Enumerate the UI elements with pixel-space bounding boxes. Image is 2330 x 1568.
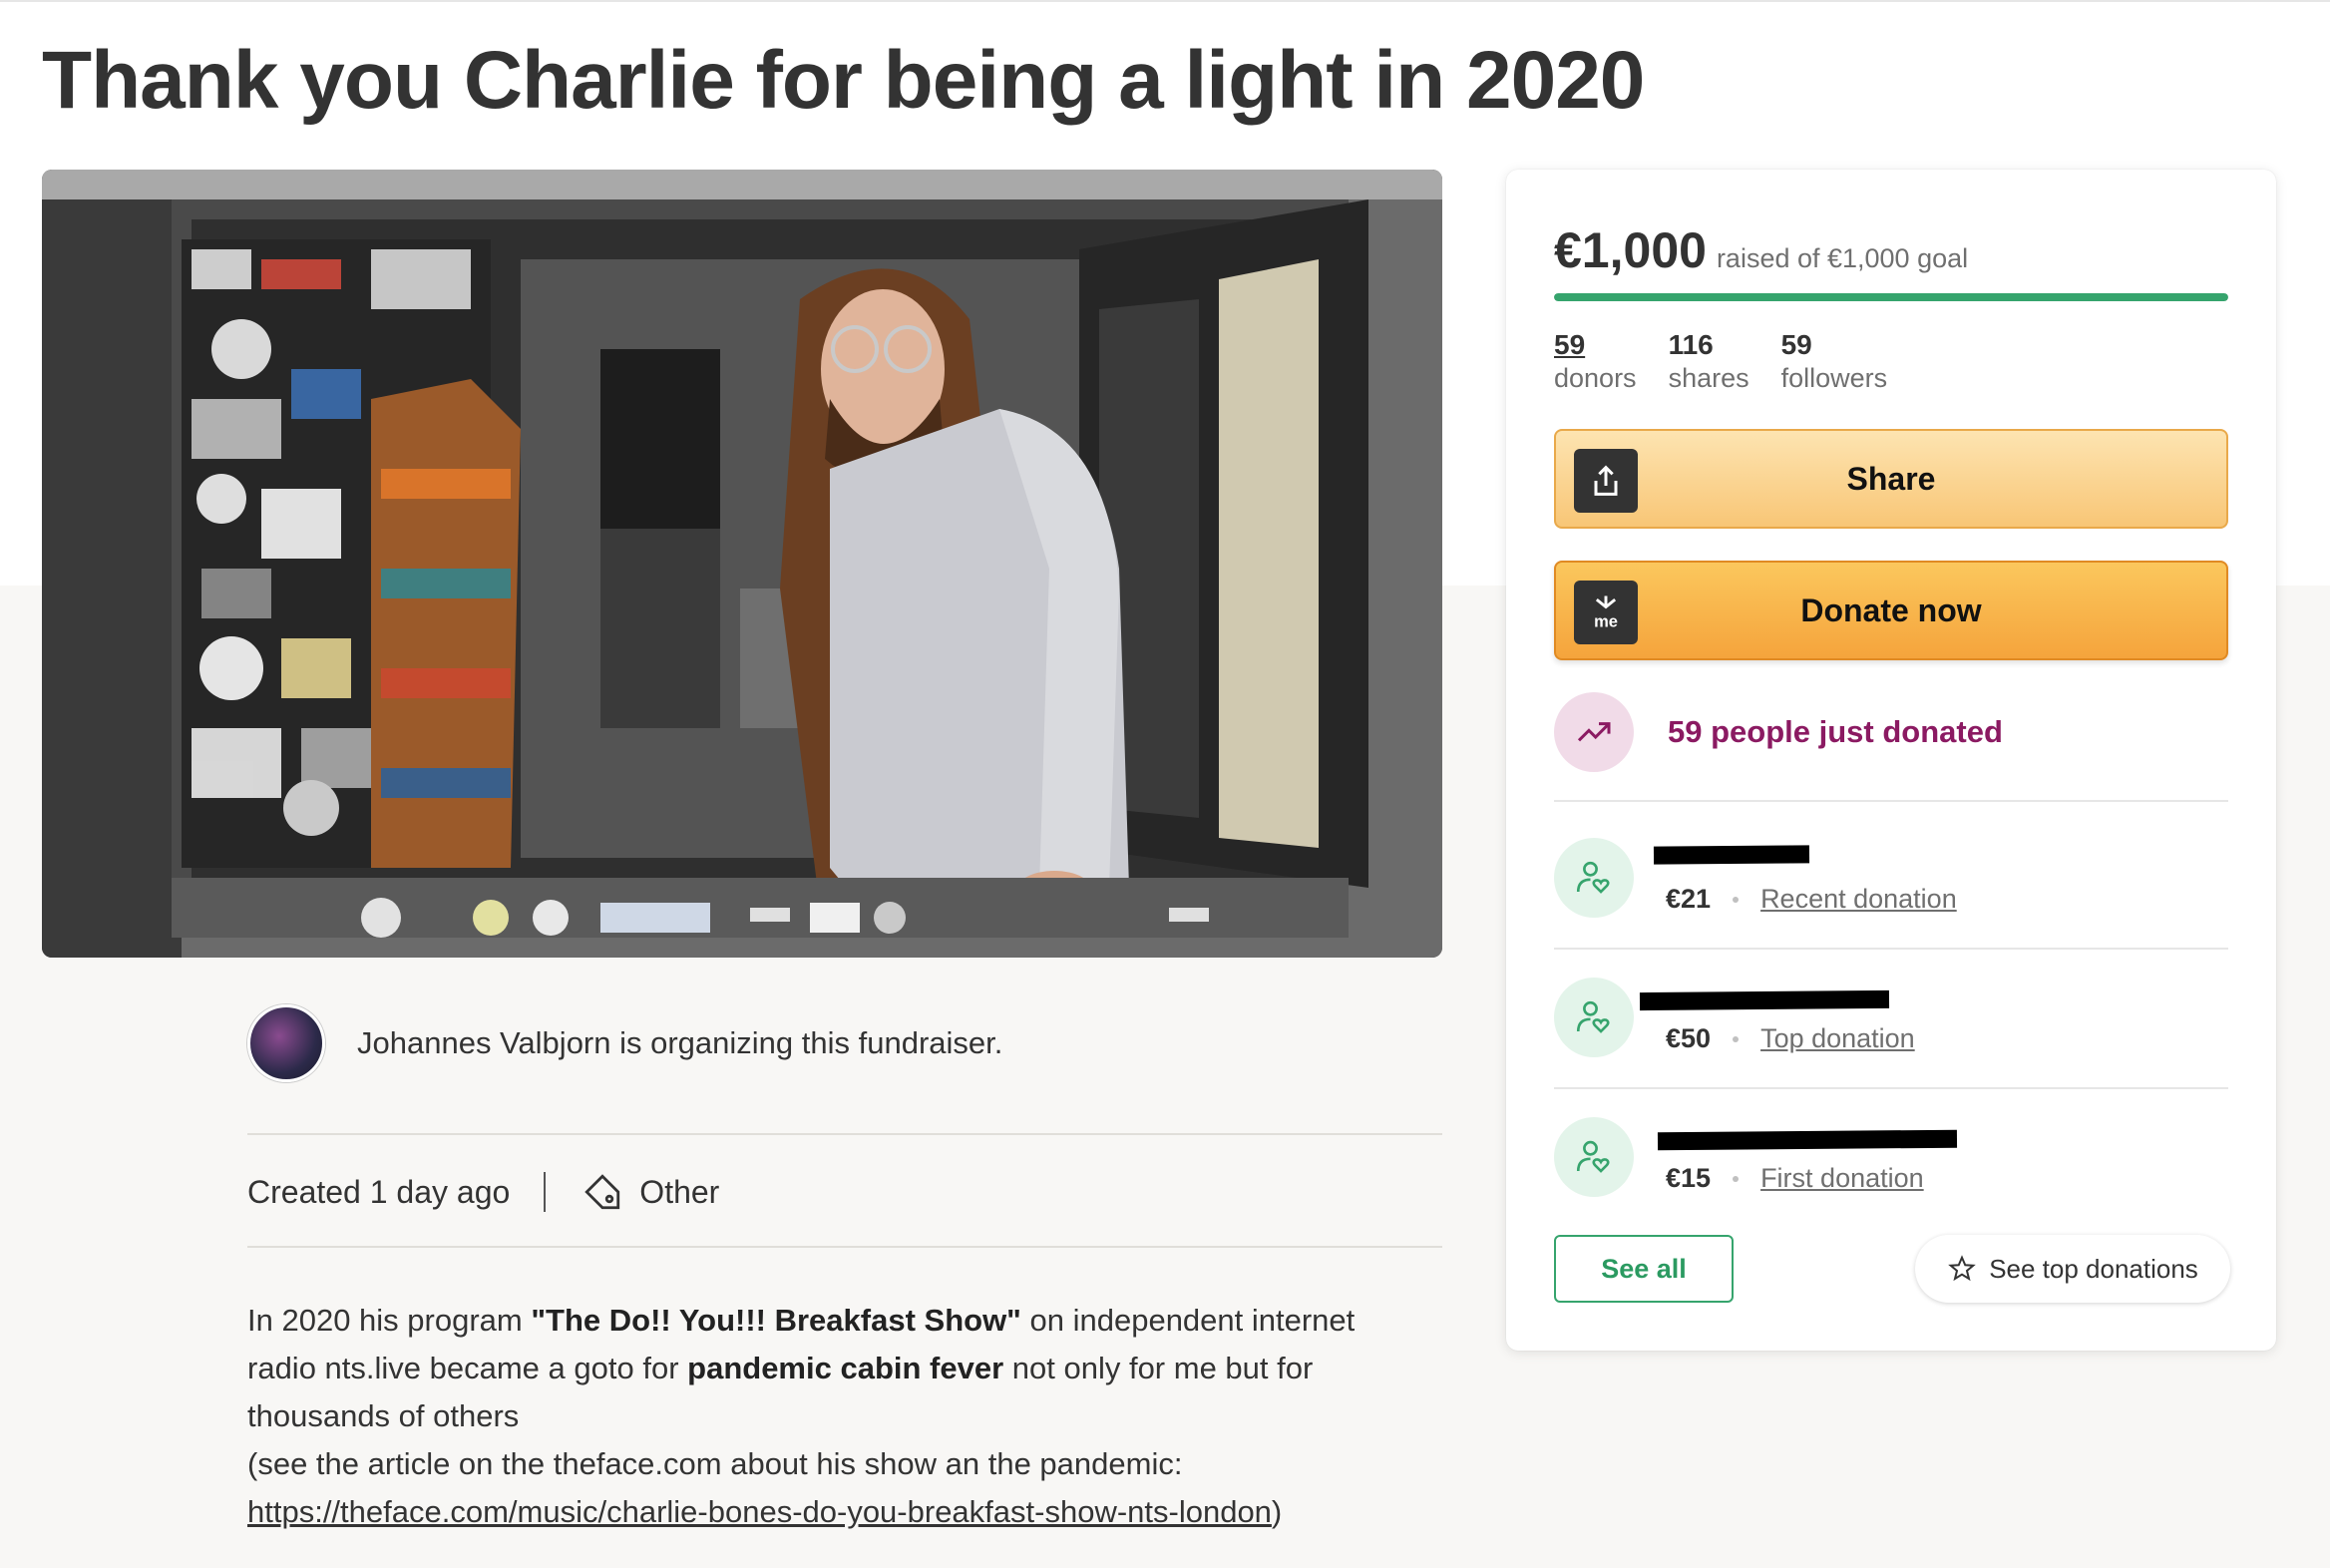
story-text: In 2020 his program "The Do!! You!!! Bre…	[247, 1297, 1424, 1536]
redacted-donor-name	[1653, 845, 1810, 865]
stat-followers-label: followers	[1780, 363, 1888, 393]
created-date: Created 1 day ago	[247, 1173, 511, 1210]
star-icon	[1948, 1255, 1976, 1282]
donor-heart-icon	[1554, 978, 1634, 1057]
article-link[interactable]: https://theface.com/music/charlie-bones-…	[247, 1494, 1272, 1529]
share-icon	[1574, 449, 1638, 513]
meta-separator	[544, 1172, 547, 1212]
donation-type-link[interactable]: First donation	[1760, 1163, 1924, 1194]
see-top-donations-button[interactable]: See top donations	[1915, 1235, 2230, 1303]
story-emphasis: pandemic cabin fever	[687, 1351, 1004, 1385]
recent-donations-count: 59 people just donated	[1668, 714, 2003, 749]
donate-icon-text: me	[1594, 613, 1618, 631]
category-link[interactable]: Other	[639, 1174, 719, 1211]
header-divider	[0, 0, 2330, 2]
tag-icon	[584, 1174, 620, 1210]
story-text-segment: (see the article on the theface.com abou…	[247, 1446, 1183, 1481]
donation-item: €21 Recent donation	[1554, 832, 2228, 922]
donate-label: Donate now	[1800, 591, 1982, 628]
dot-separator	[1733, 1175, 1740, 1182]
stat-shares-count: 116	[1668, 329, 1714, 360]
stats-row: 59 donors 116 shares 59 followers	[1554, 329, 1919, 394]
stat-shares-label: shares	[1668, 363, 1749, 393]
donation-card: €1,000 raised of €1,000 goal 59 donors 1…	[1506, 170, 2276, 1351]
redacted-donor-name	[1657, 1129, 1958, 1151]
donation-details: €15 First donation	[1666, 1163, 1924, 1194]
raised-summary: €1,000 raised of €1,000 goal	[1554, 221, 1968, 279]
progress-fill	[1554, 293, 2228, 301]
see-all-button[interactable]: See all	[1554, 1235, 1734, 1303]
stat-donors[interactable]: 59 donors	[1554, 329, 1637, 394]
progress-bar	[1554, 293, 2228, 301]
stat-followers-count: 59	[1780, 329, 1812, 360]
donation-divider	[1554, 948, 2228, 950]
raised-goal: raised of €1,000 goal	[1716, 243, 1969, 273]
organizer-text: Johannes Valbjorn is organizing this fun…	[357, 1025, 1003, 1060]
donation-type-link[interactable]: Top donation	[1760, 1023, 1915, 1054]
organizer-row: Johannes Valbjorn is organizing this fun…	[247, 1004, 1442, 1082]
donation-details: €50 Top donation	[1666, 1023, 1915, 1054]
donor-heart-icon	[1554, 1117, 1634, 1197]
story-text-segment: )	[1271, 1494, 1283, 1529]
page-title: Thank you Charlie for being a light in 2…	[42, 35, 1645, 126]
donation-amount: €50	[1666, 1023, 1712, 1053]
donation-details: €21 Recent donation	[1666, 884, 1957, 915]
donate-now-button[interactable]: me Donate now	[1554, 561, 2228, 660]
donor-heart-icon	[1554, 838, 1634, 918]
stat-followers: 59 followers	[1781, 329, 1888, 394]
donation-amount: €21	[1666, 884, 1712, 914]
donation-item: €15 First donation	[1554, 1111, 2228, 1201]
redacted-donor-name	[1639, 989, 1890, 1011]
recent-activity: 59 people just donated	[1554, 692, 2003, 772]
fundraiser-meta: Created 1 day ago Other	[247, 1165, 719, 1219]
stat-donors-label: donors	[1554, 363, 1637, 393]
show-title: "The Do!! You!!! Breakfast Show"	[531, 1303, 1021, 1338]
section-divider	[247, 1246, 1442, 1248]
donation-divider	[1554, 800, 2228, 802]
share-button[interactable]: Share	[1554, 429, 2228, 529]
section-divider	[247, 1133, 1442, 1135]
story-text-segment: In 2020 his program	[247, 1303, 532, 1338]
stat-shares: 116 shares	[1669, 329, 1749, 394]
donation-divider	[1554, 1087, 2228, 1089]
donation-item: €50 Top donation	[1554, 972, 2228, 1061]
trending-up-icon	[1554, 692, 1634, 772]
stat-donors-count: 59	[1554, 329, 1586, 360]
dot-separator	[1733, 1035, 1740, 1042]
dot-separator	[1733, 896, 1740, 903]
hero-photo	[42, 170, 1442, 958]
raised-amount: €1,000	[1554, 222, 1707, 278]
gofundme-logo-icon: me	[1574, 581, 1638, 644]
donation-amount: €15	[1666, 1163, 1712, 1193]
organizer-avatar[interactable]	[247, 1004, 325, 1082]
share-label: Share	[1846, 460, 1936, 497]
see-top-label: See top donations	[1989, 1253, 2198, 1284]
donation-type-link[interactable]: Recent donation	[1760, 884, 1957, 915]
